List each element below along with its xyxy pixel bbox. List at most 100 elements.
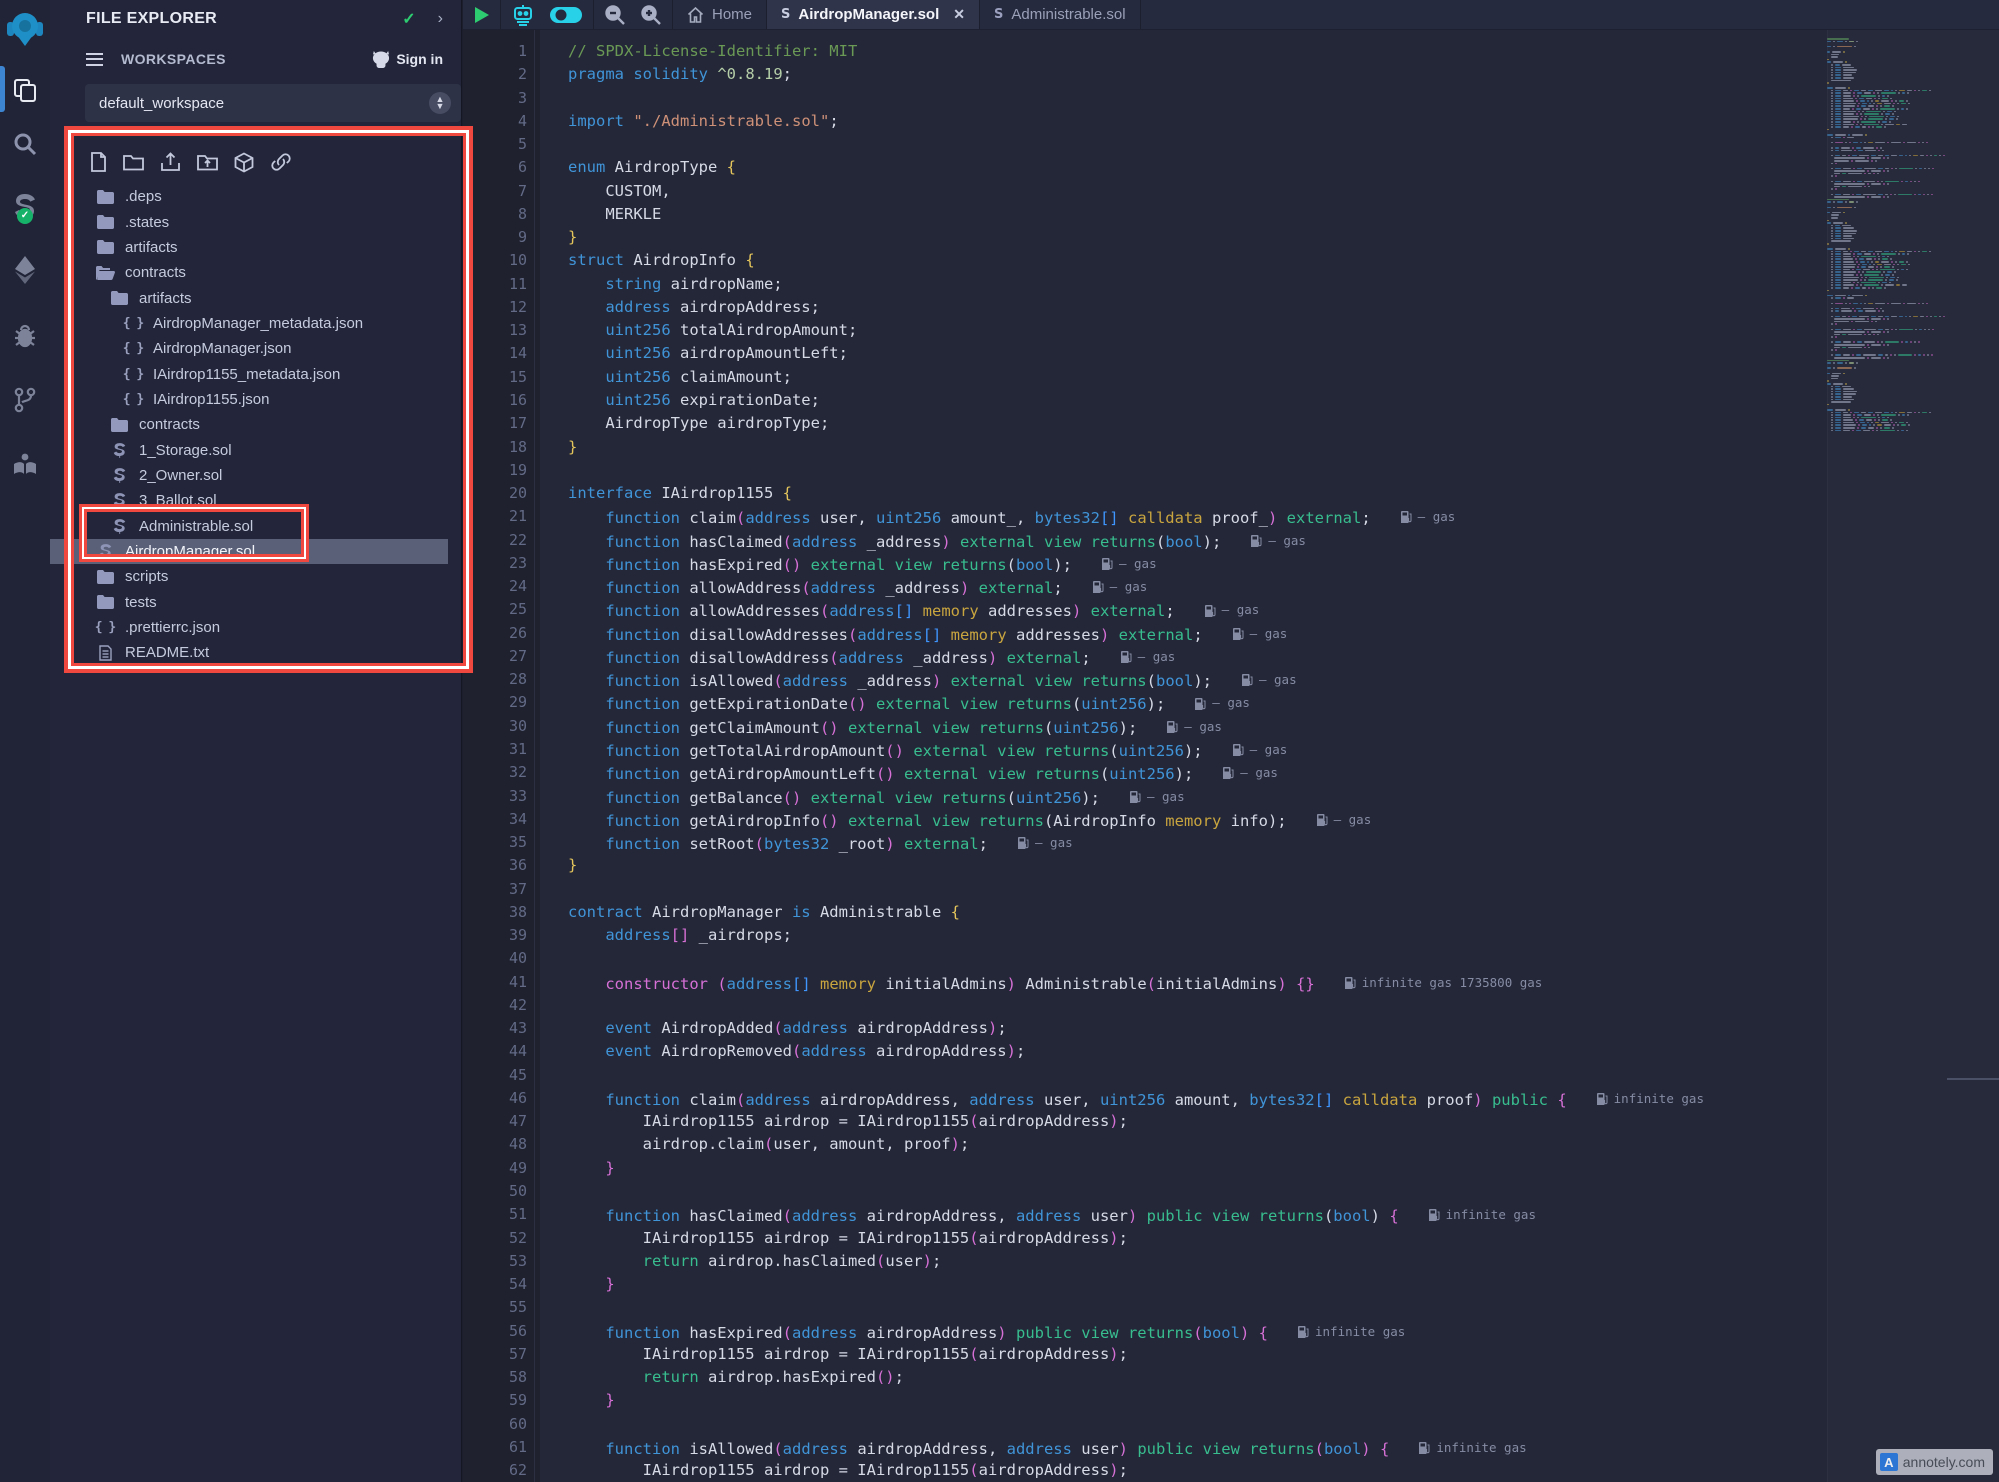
menu-icon[interactable]: [86, 53, 103, 66]
solidity-compiler-icon[interactable]: ✓: [0, 186, 50, 226]
code-line-47: 47 IAirdrop1155 airdrop = IAirdrop1155(a…: [463, 1110, 1999, 1133]
tree-folder-.states[interactable]: .states: [64, 209, 448, 234]
ai-robot-icon[interactable]: [511, 4, 535, 26]
line-text: return airdrop.hasExpired();: [568, 1366, 904, 1389]
new-folder-icon[interactable]: [123, 153, 144, 171]
signin-label: Sign in: [396, 51, 443, 67]
minimap[interactable]: [1827, 38, 1945, 438]
ai-toggle[interactable]: [549, 6, 583, 24]
search-icon[interactable]: [0, 124, 50, 164]
gas-estimate-badge: infinite gas: [1597, 1087, 1704, 1110]
tree-file-README.txt[interactable]: README.txt: [64, 640, 448, 665]
deploy-run-icon[interactable]: [0, 250, 50, 290]
folder-icon: [95, 570, 115, 584]
tree-file-IAirdrop1155_metadata.json[interactable]: { }IAirdrop1155_metadata.json: [64, 361, 448, 386]
tree-file-Administrable.sol[interactable]: Administrable.sol: [64, 513, 448, 538]
line-text: function isAllowed(address _address) ext…: [568, 668, 1297, 693]
line-number: 48: [463, 1133, 527, 1156]
tree-file-2_Owner.sol[interactable]: 2_Owner.sol: [64, 463, 448, 488]
upload-folder-icon[interactable]: [197, 153, 218, 171]
line-number: 58: [463, 1366, 527, 1389]
ai-controls: [501, 0, 594, 29]
code-line-30: 30 function getClaimAmount() external vi…: [463, 715, 1999, 738]
line-text: function hasExpired() external view retu…: [568, 552, 1157, 577]
code-line-49: 49 }: [463, 1157, 1999, 1180]
upload-file-icon[interactable]: [160, 152, 181, 172]
file-explorer-panel: FILE EXPLORER ✓ › WORKSPACES Sign in def…: [50, 0, 462, 1482]
code-line-10: 10struct AirdropInfo {: [463, 249, 1999, 272]
json-icon: { }: [123, 341, 143, 356]
scrollbar-handle[interactable]: [1947, 1078, 1999, 1080]
line-text: function getBalance() external view retu…: [568, 785, 1185, 810]
tree-file-1_Storage.sol[interactable]: 1_Storage.sol: [64, 437, 448, 462]
cube-icon[interactable]: [234, 152, 254, 173]
folder-icon: [95, 240, 115, 254]
close-tab-icon[interactable]: ✕: [953, 6, 965, 23]
folder-icon: [109, 418, 129, 432]
tree-folder-.deps[interactable]: .deps: [64, 184, 448, 209]
line-text: function isAllowed(address airdropAddres…: [568, 1436, 1527, 1461]
tree-item-label: 3_Ballot.sol: [139, 492, 217, 509]
code-line-44: 44 event AirdropRemoved(address airdropA…: [463, 1040, 1999, 1063]
tree-file-3_Ballot.sol[interactable]: 3_Ballot.sol: [64, 488, 448, 513]
line-text: function allowAddress(address _address) …: [568, 575, 1147, 600]
line-number: 6: [463, 156, 527, 179]
tab-airdropmanager-sol[interactable]: SAirdropManager.sol✕: [767, 0, 980, 29]
tree-file-.prettierrc.json[interactable]: { }.prettierrc.json: [64, 615, 448, 640]
file-explorer-icon[interactable]: [0, 70, 50, 110]
line-number: 42: [463, 994, 527, 1017]
workspace-caret-icon[interactable]: ▲▼: [429, 92, 451, 114]
debugger-icon[interactable]: [0, 316, 50, 356]
run-script-icon[interactable]: [473, 6, 490, 24]
code-editor[interactable]: 1// SPDX-License-Identifier: MIT2pragma …: [463, 30, 1999, 1482]
line-text: pragma solidity ^0.8.19;: [568, 63, 792, 86]
link-icon[interactable]: [270, 152, 292, 172]
tree-folder-scripts[interactable]: scripts: [64, 564, 448, 589]
chevron-right-icon[interactable]: ›: [438, 10, 443, 28]
tree-item-label: README.txt: [125, 644, 209, 661]
tree-folder-contracts[interactable]: contracts: [64, 260, 448, 285]
line-number: 55: [463, 1296, 527, 1319]
zoom-out-icon[interactable]: [604, 4, 626, 26]
tree-folder-artifacts[interactable]: artifacts: [64, 285, 448, 310]
code-line-54: 54 }: [463, 1273, 1999, 1296]
line-text: IAirdrop1155 airdrop = IAirdrop1155(aird…: [568, 1227, 1128, 1250]
new-file-icon[interactable]: [90, 152, 107, 172]
line-text: interface IAirdrop1155 {: [568, 482, 792, 505]
line-number: 38: [463, 901, 527, 924]
line-number: 25: [463, 598, 527, 621]
line-number: 36: [463, 854, 527, 877]
line-number: 33: [463, 785, 527, 808]
code-line-27: 27 function disallowAddress(address _add…: [463, 645, 1999, 668]
gas-estimate-badge: – gas: [1205, 598, 1260, 621]
code-line-21: 21 function claim(address user, uint256 …: [463, 505, 1999, 528]
json-icon: { }: [123, 367, 143, 382]
git-icon[interactable]: [0, 380, 50, 420]
line-number: 62: [463, 1459, 527, 1482]
line-number: 44: [463, 1040, 527, 1063]
tree-file-AirdropManager_metadata.json[interactable]: { }AirdropManager_metadata.json: [64, 311, 448, 336]
line-number: 29: [463, 691, 527, 714]
line-text: function getTotalAirdropAmount() externa…: [568, 738, 1287, 763]
tree-folder-artifacts[interactable]: artifacts: [64, 235, 448, 260]
code-line-52: 52 IAirdrop1155 airdrop = IAirdrop1155(a…: [463, 1227, 1999, 1250]
workspace-selector[interactable]: default_workspace ▲▼: [85, 84, 461, 122]
code-line-33: 33 function getBalance() external view r…: [463, 785, 1999, 808]
remix-logo-icon[interactable]: [0, 8, 50, 52]
line-text: contract AirdropManager is Administrable…: [568, 901, 960, 924]
tree-file-IAirdrop1155.json[interactable]: { }IAirdrop1155.json: [64, 387, 448, 412]
tree-folder-tests[interactable]: tests: [64, 590, 448, 615]
tab-label: AirdropManager.sol: [798, 6, 939, 23]
zoom-in-icon[interactable]: [640, 4, 662, 26]
code-line-40: 40: [463, 947, 1999, 970]
tab-administrable-sol[interactable]: SAdministrable.sol: [980, 0, 1141, 29]
line-text: MERKLE: [568, 203, 661, 226]
code-line-9: 9}: [463, 226, 1999, 249]
tree-file-AirdropManager.json[interactable]: { }AirdropManager.json: [64, 336, 448, 361]
tab-home[interactable]: Home: [673, 0, 767, 29]
tree-file-AirdropManager.sol[interactable]: AirdropManager.sol: [50, 539, 448, 564]
tree-folder-contracts[interactable]: contracts: [64, 412, 448, 437]
github-signin-button[interactable]: Sign in: [372, 51, 443, 68]
learneth-icon[interactable]: [0, 444, 50, 484]
activity-bar: ✓: [0, 0, 50, 1482]
